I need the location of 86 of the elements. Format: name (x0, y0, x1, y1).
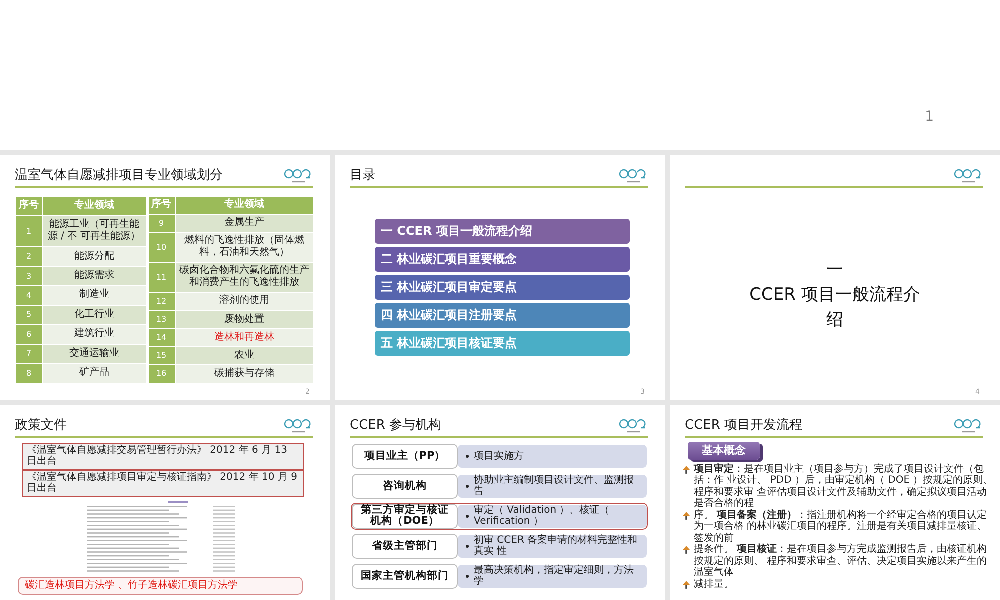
table-cell: 14 (148, 329, 175, 346)
logo-icon (954, 168, 982, 184)
table-cell: 15 (148, 347, 175, 364)
organization-label: 项目业主（PP） (352, 444, 458, 468)
slide-title: 目录 (350, 168, 376, 184)
slide-title: 政策文件 (15, 418, 67, 434)
table-cell: 造林和再造林 (176, 329, 313, 346)
bullet-icon (466, 514, 469, 518)
slide-page[interactable] (0, 155, 330, 400)
contents-item[interactable]: 一 CCER 项目一般流程介绍 (375, 218, 630, 244)
organization-role: 初审 CCER 备案申请的材料完整性和真实 性 (474, 535, 639, 557)
arrow-bullet-icon (683, 512, 690, 520)
contents-item[interactable]: 二 林业碳汇项目重要概念 (375, 246, 630, 272)
document-entry: 《温室气体自愿减排项目审定与核证指南》 2012 年 10 月 9 日出台 (22, 470, 304, 496)
table-cell: 4 (16, 286, 42, 305)
table-cell: 1 (16, 216, 42, 246)
contents-item[interactable]: 四 林业碳汇项目注册要点 (375, 302, 630, 328)
table-cell: 交通运输业 (43, 344, 146, 364)
slide-page[interactable]: CCER 参与机构 项目业主（PP） 项目实施方 咨询机构 协助业主编制项目设计文件、监测报告 第三方审定与核证机构（DOE） 审定（ Validation ）、核证（ Verification ） 省级主管部门 初审 CCER 备案申请的材料完整性和真实 性 国家主管机构部门 最高决策机构，指定审定细则，方法学 (335, 405, 665, 600)
organization-label: 第三方审定与核证机构（DOE） (352, 504, 458, 528)
table-cell: 建筑行业 (43, 325, 146, 344)
slide-title: CCER 参与机构 (350, 418, 442, 434)
slide-page[interactable]: 政策文件 《温室气体自愿减排交易管理暂行办法》 2012 年 6 月 13 日出台 《温室气体自愿减排项目审定与核证指南》 2012 年 10 月 9 日出台 碳汇造林项目方法学 、竹子造林碳汇项目方法学 (0, 405, 330, 600)
table-cell: 7 (16, 344, 42, 364)
methodology-callout: 碳汇造林项目方法学 、竹子造林碳汇项目方法学 (18, 576, 303, 594)
logo-icon (284, 168, 312, 184)
table-cell: 矿产品 (43, 364, 146, 382)
table-cell: 能源分配 (43, 247, 146, 266)
organization-role: 协助业主编制项目设计文件、监测报告 (474, 475, 635, 497)
table-cell: 11 (148, 262, 175, 292)
bullet-icon (466, 544, 469, 548)
slide-title: 温室气体自愿减排项目专业领域划分 (15, 168, 223, 184)
table-cell: 碳卤化合物和六氟化硫的生产和消费产生的飞逸性排放 (176, 262, 313, 292)
table-cell: 溶剂的使用 (176, 292, 313, 310)
contents-item[interactable]: 三 林业碳汇项目审定要点 (375, 274, 630, 300)
slide-number: 1 (925, 108, 934, 126)
organization-role: 最高决策机构，指定审定细则，方法学 (474, 565, 635, 587)
table-cell: 12 (148, 292, 175, 310)
document-entry: 《温室气体自愿减排交易管理暂行办法》 2012 年 6 月 13 日出台 (22, 442, 304, 470)
slide-title: CCER 项目开发流程 (685, 418, 803, 434)
column-header: 专业领域 (176, 196, 313, 214)
table-cell: 碳捕获与存储 (176, 365, 313, 382)
table-cell: 3 (16, 266, 42, 286)
table-cell: 金属生产 (176, 214, 313, 232)
logo-icon (284, 418, 312, 434)
arrow-bullet-icon (683, 466, 690, 474)
bullet-text: 项目审定：是在项目业主（项目参与方）完成了项目设计文件（包括：作 业设计、 PDD ）后，由审定机构（ DOE ）按规定的原则、程序和要求审 查评估项目设计文件及辅助文件，确定拟议项目活动是否合格的程 (694, 464, 994, 509)
logo-icon (954, 418, 982, 434)
table-cell: 10 (148, 232, 175, 262)
column-header: 序号 (16, 196, 42, 215)
bullet-text: 减排量。 (694, 578, 734, 590)
table-cell: 制造业 (43, 286, 146, 305)
arrow-bullet-icon (683, 580, 690, 588)
table-cell: 5 (16, 306, 42, 324)
bullet-icon (466, 484, 469, 488)
table-cell: 9 (148, 214, 175, 232)
table-cell: 农业 (176, 347, 313, 364)
arrow-bullet-icon (683, 546, 690, 554)
section-number: 一 (826, 258, 844, 282)
table-cell: 能源需求 (43, 266, 146, 286)
table-cell: 化工行业 (43, 306, 146, 324)
table-cell: 燃料的飞逸性排放（固体燃料，石油和天然气） (176, 232, 313, 262)
slide-page[interactable]: 1 (0, 0, 1000, 150)
logo-icon (619, 168, 647, 184)
column-header: 序号 (148, 196, 175, 214)
section-tab: 基本概念 (688, 442, 760, 460)
bullet-text: 提条件。 项目核证：是在项目参与方完成监测报告后，由核证机构按规定的原则、 程序和要求审查、评估、决定项目实施以来产生的温室气体 (694, 544, 988, 578)
organization-label: 国家主管机构部门 (352, 564, 458, 588)
logo-icon (619, 418, 647, 434)
bullet-icon (466, 454, 469, 458)
organization-label: 咨询机构 (352, 474, 458, 498)
slide-page[interactable] (670, 405, 1000, 600)
organization-label: 省级主管部门 (352, 534, 458, 558)
table-cell: 能源工业（可再生能源 / 不 可再生能源） (43, 216, 146, 246)
table-cell: 16 (148, 365, 175, 382)
table-cell: 废物处置 (176, 311, 313, 328)
table-cell: 13 (148, 311, 175, 328)
table-cell: 6 (16, 325, 42, 344)
organization-role: 审定（ Validation ）、核证（ Verification ） (474, 505, 611, 527)
bullet-icon (466, 574, 469, 578)
column-header: 专业领域 (43, 196, 146, 215)
organization-role: 项目实施方 (474, 450, 524, 462)
bullet-text: 序。 项目备案（注册）：指注册机构将一个经审定合格的项目认定为一项合格 的林业碳汇项目的程序。注册是有关项目减排量核证、签发的前 (694, 510, 988, 544)
table-cell: 8 (16, 364, 42, 382)
section-title: CCER 项目一般流程介绍 (748, 284, 922, 332)
table-cell: 2 (16, 247, 42, 266)
